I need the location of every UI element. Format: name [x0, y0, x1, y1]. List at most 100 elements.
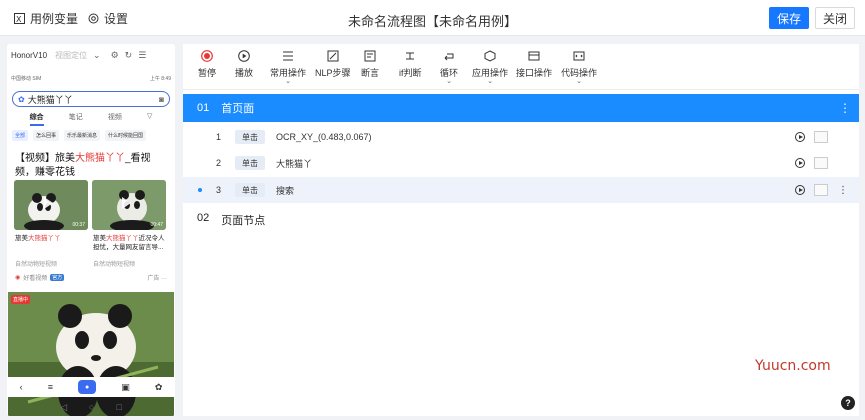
play-icon — [122, 197, 131, 209]
result-title-highlight: 大熊猫丫丫 — [75, 153, 125, 164]
close-button[interactable]: 关闭 — [815, 7, 855, 29]
device-tab-all[interactable]: 综合 — [29, 112, 44, 126]
ad-label[interactable]: 广告 ··· — [147, 273, 167, 282]
page-number: 01 — [197, 102, 210, 114]
step-action[interactable]: 单击 — [235, 130, 265, 144]
run-step-icon[interactable] — [795, 158, 805, 168]
page-name: 首页面 — [221, 103, 255, 115]
loop-icon — [443, 50, 455, 62]
menu-icon[interactable]: ≡ — [48, 382, 53, 392]
step-description: 大熊猫丫 — [276, 158, 313, 169]
video-thumbnail-1[interactable]: 00:37 — [14, 180, 88, 230]
device-system-nav: ◁ ○ □ — [7, 398, 175, 416]
chip[interactable]: 全部 — [12, 130, 29, 141]
chip[interactable]: 乐乐最新消息 — [64, 130, 101, 141]
caption-pre: 旅美 — [15, 235, 28, 242]
step-description: OCR_XY_(0.483,0.067) — [276, 132, 372, 142]
official-badge: 官方 — [50, 274, 65, 281]
result-meta: ◉ 好看视频 官方 广告 ··· — [15, 273, 167, 282]
refresh-icon[interactable]: ↻ — [125, 50, 133, 61]
system-home-icon[interactable]: ○ — [89, 402, 94, 412]
step-row[interactable]: 1 单击 OCR_XY_(0.483,0.067) — [183, 124, 859, 150]
cube-icon — [484, 50, 496, 62]
video-caption-1[interactable]: 旅美大熊猫丫丫 — [15, 234, 91, 243]
screenshot-thumbnail[interactable] — [814, 157, 828, 169]
device-search-bar[interactable]: ✿ 大熊猫丫丫 ◙ — [12, 91, 170, 107]
toolbar-api-ops[interactable]: 接口操作 — [516, 50, 552, 79]
device-bottom-nav: ‹ ≡ ● ▣ ✿ — [7, 377, 175, 397]
video-source-2: 自然动物短视频 — [93, 262, 136, 268]
step-toolbar: 暂停 播放 常用操作 ⌄ NLP步骤 断言 if判断 循环 ⌄ 应用操作 ⌄ 接… — [183, 44, 859, 90]
chip[interactable]: 怎么回事 — [33, 130, 60, 141]
toolbar-label: NLP步骤 — [315, 68, 351, 78]
video-thumbnail-2[interactable]: 00:47 — [92, 180, 166, 230]
chevron-down-icon: ⌄ — [576, 78, 582, 85]
step-row[interactable]: 2 单击 大熊猫丫 — [183, 150, 859, 176]
chevron-down-icon[interactable]: ⌄ — [93, 50, 101, 61]
microphone-icon[interactable]: ● — [78, 380, 97, 394]
screenshot-thumbnail[interactable] — [814, 184, 828, 196]
toolbar-label: 接口操作 — [516, 68, 553, 78]
toolbar-app-ops[interactable]: 应用操作 ⌄ — [472, 50, 508, 85]
system-recent-icon[interactable]: □ — [116, 402, 121, 412]
device-tab-video[interactable]: 视频 — [108, 112, 122, 126]
back-icon[interactable]: ‹ — [20, 382, 23, 392]
toolbar-nlp[interactable]: NLP步骤 — [315, 50, 351, 79]
carrier-text: 中国移动 SIM — [11, 76, 42, 82]
device-screen-panel: HonorV10 视图定位 ⌄ ⚙ ↻ ☰ 中国移动 SIM 上午 8:49 ✿… — [7, 44, 175, 416]
video-source-1: 自然动物短视频 — [15, 262, 58, 268]
toolbar-code-ops[interactable]: 代码操作 ⌄ — [561, 50, 597, 85]
device-chips: 全部 怎么回事 乐乐最新消息 什么时候能回国 — [12, 130, 147, 141]
paw-icon: ✿ — [18, 94, 25, 104]
more-vertical-icon[interactable]: ⋮ — [839, 101, 851, 115]
page-node-1[interactable]: 01 首页面 ⋮ — [183, 94, 859, 122]
camera-icon[interactable]: ◙ — [159, 95, 164, 104]
caption-pre: 旅美 — [93, 235, 106, 242]
toolbar-if[interactable]: if判断 — [399, 50, 422, 79]
system-back-icon[interactable]: ◁ — [60, 402, 67, 413]
code-icon — [573, 50, 585, 62]
device-header: HonorV10 视图定位 ⌄ ⚙ ↻ ☰ — [7, 44, 175, 66]
meta-source: 好看视频 — [23, 276, 48, 282]
toolbar-common-ops[interactable]: 常用操作 ⌄ — [270, 50, 306, 85]
app-icon[interactable]: ▣ — [121, 382, 130, 393]
view-locate-label[interactable]: 视图定位 — [55, 50, 87, 61]
menu-icon[interactable]: ☰ — [138, 50, 146, 61]
run-step-icon[interactable] — [795, 185, 805, 195]
chevron-down-icon: ⌄ — [285, 78, 291, 85]
toolbar-label: 播放 — [235, 68, 254, 78]
step-index: 3 — [216, 185, 222, 195]
run-step-icon[interactable] — [795, 132, 805, 142]
save-button[interactable]: 保存 — [769, 7, 809, 29]
layers-icon[interactable]: ⚙ — [111, 50, 119, 61]
assert-icon — [364, 50, 376, 62]
help-icon[interactable]: ? — [841, 396, 855, 410]
device-tab-notes[interactable]: 笔记 — [69, 112, 83, 126]
more-vertical-icon[interactable]: ⋮ — [838, 185, 848, 196]
result-title[interactable]: 【视频】旅美大熊猫丫丫_看视频，赚零花钱 — [15, 152, 170, 180]
step-action[interactable]: 单击 — [235, 183, 265, 197]
chip[interactable]: 什么时候能回国 — [105, 130, 147, 141]
play-icon — [44, 197, 53, 209]
toolbar-pause[interactable]: 暂停 — [198, 50, 216, 79]
device-tabs: 综合 笔记 视频 ▽ — [7, 112, 175, 126]
step-description: 搜索 — [276, 185, 295, 196]
step-row-selected[interactable]: 3 单击 搜索 ⋮ — [183, 177, 859, 203]
page-node-2[interactable]: 02 页面节点 — [197, 212, 265, 228]
toolbar-assert[interactable]: 断言 — [361, 50, 379, 79]
watermark: Yuucn.com — [755, 358, 831, 374]
nlp-icon — [327, 50, 339, 62]
video-caption-2[interactable]: 旅美大熊猫丫丫近况令人担忧，大量网友留言导... — [93, 234, 169, 252]
screenshot-thumbnail[interactable] — [814, 131, 828, 143]
toolbar-play[interactable]: 播放 — [235, 50, 253, 79]
step-action[interactable]: 单击 — [235, 156, 265, 170]
caption-highlight: 大熊猫丫丫 — [106, 235, 139, 242]
play-icon — [238, 50, 250, 62]
step-index: 1 — [216, 132, 222, 142]
device-search-value: 大熊猫丫丫 — [27, 94, 73, 105]
toolbar-loop[interactable]: 循环 ⌄ — [440, 50, 458, 85]
filter-icon[interactable]: ▽ — [147, 112, 152, 126]
chevron-down-icon: ⌄ — [487, 78, 493, 85]
toolbar-label: 断言 — [361, 68, 380, 78]
paw-icon[interactable]: ✿ — [155, 382, 163, 393]
